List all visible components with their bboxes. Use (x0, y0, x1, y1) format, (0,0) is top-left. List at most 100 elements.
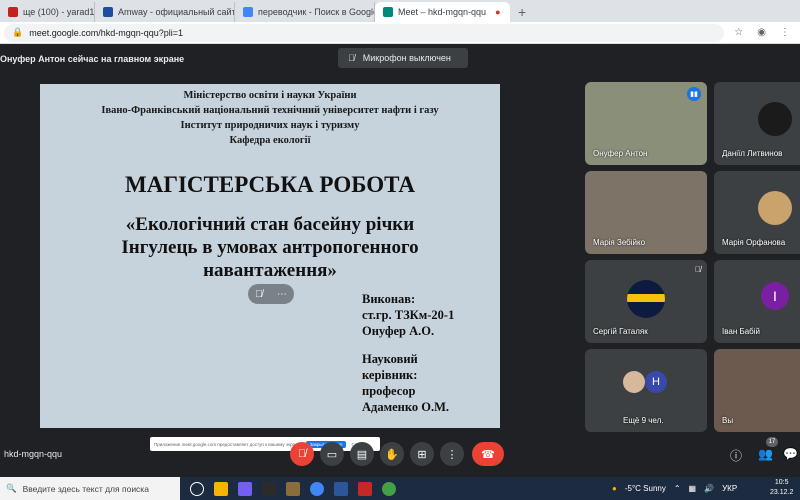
profile-icon[interactable]: ◉ (757, 27, 766, 38)
present-button[interactable]: ⊞ (410, 442, 434, 466)
amway-icon (103, 7, 113, 17)
tab-gmail[interactable]: ще (100) - yarad1964@gm (0, 2, 95, 22)
recording-icon: ● (495, 7, 501, 17)
tab-label: ще (100) - yarad1964@gm (23, 7, 95, 17)
slide-line: Міністерство освіти і науки України (183, 90, 357, 101)
presenter-label: Онуфер Антон сейчас на главном экране (0, 54, 185, 64)
menu-icon[interactable]: ⋮ (780, 27, 790, 38)
participant-tile[interactable]: 🎙̸ Даніїл Литвинов (714, 82, 800, 165)
tab-meet[interactable]: Meet – hkd-mgqn-qqu ● ✕ (375, 2, 510, 22)
slide-line: Кафедра екології (229, 135, 311, 146)
file-explorer-icon[interactable] (214, 481, 228, 496)
more-options-button[interactable]: ⋮ (440, 442, 464, 466)
viber-icon[interactable] (238, 481, 252, 496)
avatar: І (761, 282, 789, 310)
slide-author-line: ст.гр. ТЗКм-20-1 (362, 308, 455, 322)
app-icon[interactable] (262, 481, 276, 496)
mic-off-icon: 🎙̸ (348, 53, 355, 63)
screen-share-notification: Приложение meet.google.com предоставляет… (150, 437, 380, 451)
slide-author-line: Онуфер А.О. (362, 324, 435, 338)
participant-name: Даніїл Литвинов (722, 149, 783, 158)
google-icon (243, 7, 253, 17)
weather-text: -5°C Sunny (624, 484, 666, 493)
captions-button[interactable]: ▤ (350, 442, 374, 466)
taskbar-search[interactable]: 🔍 Введите здесь текст для поиска (0, 477, 180, 500)
url-text: meet.google.com/hkd-mgqn-qqu?pli=1 (29, 27, 184, 38)
participant-name: Ещё 9 чел. (623, 416, 664, 425)
search-icon: 🔍 (6, 483, 17, 493)
address-bar[interactable]: 🔒 meet.google.com/hkd-mgqn-qqu?pli=1 (4, 23, 725, 42)
more-icon[interactable]: ⋯ (277, 289, 287, 300)
tab-google-search[interactable]: переводчик - Поиск в Google ✕ (235, 2, 375, 22)
raise-hand-button[interactable]: ✋ (380, 442, 404, 466)
close-icon[interactable]: ✕ (510, 7, 511, 18)
system-tray: ● -5°C Sunny ⌃ ▦ 🔊 УКР (612, 477, 737, 500)
participant-tile[interactable]: 🎙̸ Марія Орфанова (714, 171, 800, 254)
mic-off-banner: 🎙̸ Микрофон выключен (338, 48, 468, 68)
tab-amway[interactable]: Amway - официальный сайт и и ✕ (95, 2, 235, 22)
presentation-slide: Міністерство освіти і науки України Іван… (40, 84, 500, 428)
mic-off-icon: 🎙̸ (695, 265, 701, 274)
participant-tile-self[interactable]: Вы (714, 349, 800, 432)
mic-off-text: Микрофон выключен (362, 53, 451, 63)
participant-photo (758, 102, 792, 136)
gmail-icon (8, 7, 18, 17)
chat-icon[interactable]: 💬 (783, 447, 798, 461)
participant-name: Онуфер Антон (593, 149, 648, 158)
participant-photo (627, 280, 665, 318)
participants-count-badge: 17 (766, 437, 778, 447)
chrome-icon[interactable] (310, 481, 324, 496)
network-icon[interactable]: ▦ (689, 484, 697, 493)
participant-name: Іван Бабій (722, 327, 760, 336)
slide-author-line: Виконав: (362, 292, 416, 306)
lock-icon: 🔒 (12, 27, 24, 37)
app-icon[interactable] (382, 481, 396, 496)
slide-line: Інститут природничих наук і туризму (180, 120, 360, 131)
slide-topic-line: навантаження» (203, 260, 337, 281)
tab-label: переводчик - Поиск в Google (258, 7, 375, 17)
avatar (623, 371, 645, 393)
taskbar-clock[interactable]: 10:5 23.12.2 (770, 478, 793, 498)
speaking-icon: ▮▮ (687, 87, 701, 101)
participant-name: Сергій Гаталяк (593, 327, 648, 336)
task-view-icon[interactable] (190, 481, 204, 496)
avatar: H (645, 371, 667, 393)
participant-tile[interactable]: 🎙̸ Сергій Гаталяк (585, 260, 707, 343)
participant-name: Марія Орфанова (722, 238, 786, 247)
weather-icon: ● (612, 484, 617, 493)
word-icon[interactable] (334, 481, 348, 496)
participant-tile[interactable]: ▮▮ Онуфер Антон (585, 82, 707, 165)
notification-text: Приложение meet.google.com предоставляет… (154, 441, 301, 447)
participant-photo (758, 191, 792, 225)
bookmark-star-icon[interactable]: ☆ (734, 27, 743, 38)
participant-tile[interactable]: 🎙̸ І Іван Бабій (714, 260, 800, 343)
people-icon[interactable]: 👥 (758, 447, 773, 461)
slide-topic-line: Інгулець в умовах антропогенного (121, 237, 419, 258)
camera-toggle-button[interactable]: ▭ (320, 442, 344, 466)
slide-title: МАГІСТЕРСЬКА РОБОТА (125, 172, 415, 197)
volume-icon[interactable]: 🔊 (704, 484, 714, 493)
mic-toggle-button[interactable]: 🎙̸ (290, 442, 314, 466)
meeting-code: hkd-mgqn-qqu (4, 449, 63, 459)
language-indicator[interactable]: УКР (722, 484, 737, 493)
app-icon[interactable] (286, 481, 300, 496)
participant-tile[interactable]: Марія Зебійко (585, 171, 707, 254)
tray-chevron-icon[interactable]: ⌃ (674, 484, 681, 493)
tab-label: Meet – hkd-mgqn-qqu (398, 7, 487, 17)
slide-advisor-line: Науковий (362, 352, 418, 366)
mic-off-icon[interactable]: 🎙̸ (255, 289, 263, 300)
search-placeholder: Введите здесь текст для поиска (22, 483, 149, 494)
info-icon[interactable]: ⓘ (730, 447, 742, 464)
slide-topic-line: «Екологічний стан басейну річки (125, 214, 415, 235)
address-bar-row: 🔒 meet.google.com/hkd-mgqn-qqu?pli=1 ☆ ◉… (0, 22, 800, 44)
participant-tile-more[interactable]: H Ещё 9 чел. (585, 349, 707, 432)
leave-call-button[interactable]: ☎ (472, 442, 504, 466)
slide-line: Івано-Франківський національний технічни… (101, 105, 439, 116)
tab-label: Amway - официальный сайт и и (118, 7, 235, 17)
browser-tab-strip: ще (100) - yarad1964@gm Amway - официаль… (0, 0, 800, 22)
presentation-controls: 🎙̸ ⋯ (248, 284, 294, 304)
new-tab-button[interactable]: + (510, 2, 534, 22)
slide-advisor-line: керівник: (362, 368, 418, 382)
powerpoint-icon[interactable] (358, 481, 372, 496)
participant-name: Вы (722, 416, 734, 425)
